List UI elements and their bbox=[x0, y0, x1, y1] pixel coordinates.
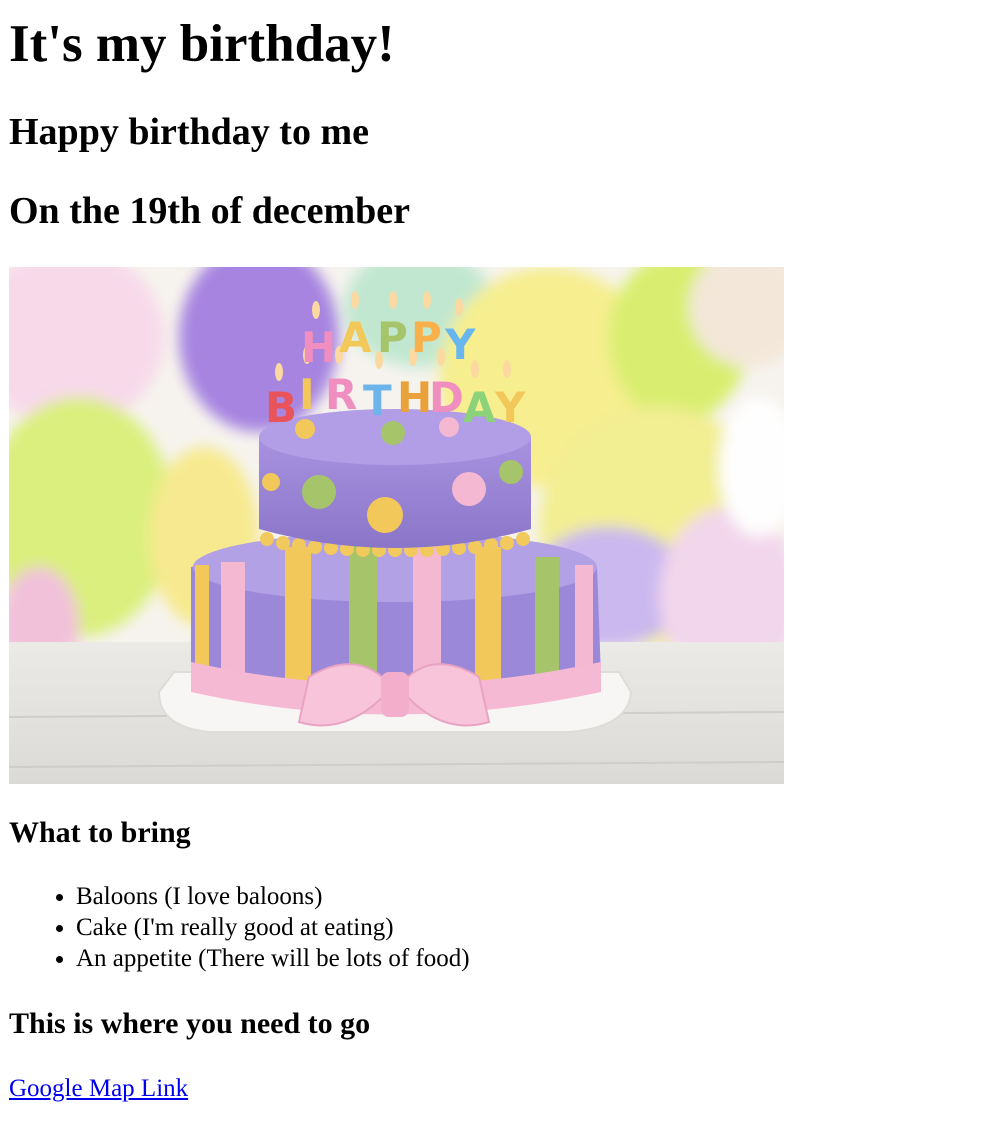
candle-letter: D bbox=[429, 373, 464, 422]
birthday-cake-image: H A P P Y B I R T H D A Y bbox=[9, 267, 784, 784]
candle-letter: Y bbox=[494, 383, 526, 432]
page: It's my birthday! Happy birthday to me O… bbox=[0, 0, 990, 1136]
list-item: Cake (I'm really good at eating) bbox=[56, 912, 470, 943]
location-heading: This is where you need to go bbox=[9, 1007, 371, 1040]
candle-letter: H bbox=[397, 373, 432, 422]
google-map-link[interactable]: Google Map Link bbox=[9, 1073, 188, 1104]
candle-letter: A bbox=[339, 313, 372, 362]
candle-letter: R bbox=[325, 370, 357, 419]
candle-letter: H bbox=[301, 323, 336, 372]
candle-letter: P bbox=[411, 313, 442, 362]
bring-heading: What to bring bbox=[9, 816, 191, 849]
bring-list: Baloons (I love baloons) Cake (I'm reall… bbox=[56, 881, 470, 974]
page-title: It's my birthday! bbox=[9, 15, 395, 73]
candle-letter: A bbox=[463, 383, 496, 432]
candle-letter: I bbox=[299, 370, 315, 419]
list-item: An appetite (There will be lots of food) bbox=[56, 945, 470, 972]
candle-letter: T bbox=[363, 376, 392, 425]
candle-letter: P bbox=[377, 313, 408, 362]
subtitle: Happy birthday to me bbox=[9, 111, 369, 153]
candle-letter: B bbox=[265, 383, 297, 432]
list-item: Baloons (I love baloons) bbox=[56, 881, 470, 912]
candle-letter: Y bbox=[444, 320, 476, 369]
date-heading: On the 19th of december bbox=[9, 190, 411, 232]
